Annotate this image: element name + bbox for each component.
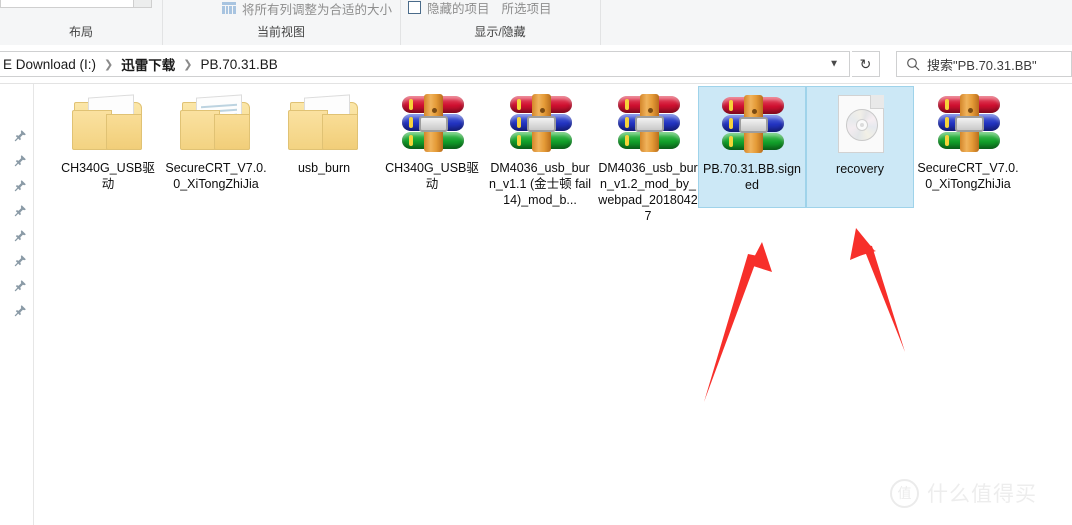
pin-icon[interactable] <box>14 254 27 267</box>
chevron-down-icon[interactable]: ▼ <box>829 59 839 70</box>
disc-image-icon <box>824 93 896 155</box>
list-item-label: DM4036_usb_burn_v1.1 (金士顿 fail14)_mod_b.… <box>488 161 592 207</box>
pin-icon[interactable] <box>14 229 27 242</box>
list-item[interactable]: recovery <box>806 86 914 208</box>
group-label-layout: 布局 <box>68 25 93 39</box>
breadcrumb-item-xunlei[interactable]: 迅雷下载 <box>121 54 175 74</box>
breadcrumb-separator-icon: ❯ <box>104 58 114 71</box>
list-item-label: DM4036_usb_burn_v1.2_mod_by_webpad_20180… <box>598 161 698 223</box>
list-item[interactable]: usb_burn <box>270 86 378 176</box>
hidden-items-checkbox[interactable] <box>408 0 421 14</box>
list-item-label: CH340G_USB驱动 <box>61 161 155 191</box>
breadcrumb-separator-icon: ❯ <box>183 58 193 71</box>
list-item[interactable]: DM4036_usb_burn_v1.1 (金士顿 fail14)_mod_b.… <box>486 86 594 208</box>
search-placeholder: 搜索"PB.70.31.BB" <box>927 57 1037 73</box>
folder-gears-icon <box>72 92 144 154</box>
refresh-icon: ↻ <box>859 55 872 72</box>
columns-autofit-icon <box>222 2 236 14</box>
navigation-pane[interactable] <box>0 84 34 525</box>
breadcrumb-item-drive[interactable]: E Download (I:) <box>3 57 96 72</box>
address-bar-row: E Download (I:) ❯ 迅雷下载 ❯ PB.70.31.BB ▼ ↻… <box>0 45 1072 84</box>
rar-archive-icon <box>504 92 576 154</box>
hidden-items-label: 隐藏的项目 <box>427 1 490 16</box>
ribbon-commands-row: ▬ ▬ ▬ 将所有列调整为合适的大小 隐藏的项目 所选项目 <box>0 0 1072 22</box>
list-item-label: CH340G_USB驱动 <box>385 161 479 191</box>
pin-icon[interactable] <box>14 179 27 192</box>
list-item[interactable]: CH340G_USB驱动 <box>378 86 486 192</box>
ribbon: ▬ ▬ ▬ 将所有列调整为合适的大小 隐藏的项目 所选项目 布局 当前视图 显示… <box>0 0 1072 46</box>
list-item-label: PB.70.31.BB.signed <box>703 162 801 192</box>
list-item-label: SecureCRT_V7.0.0_XiTongZhiJia <box>917 161 1019 191</box>
breadcrumb-item-current[interactable]: PB.70.31.BB <box>200 57 277 72</box>
selected-items-label[interactable]: 所选项目 <box>502 0 552 17</box>
hidden-items-command[interactable]: 隐藏的项目 所选项目 <box>408 0 552 17</box>
file-list-view[interactable]: CH340G_USB驱动 SecureCRT_V7.0.0_XiTongZhiJ… <box>34 84 1072 525</box>
folder-doc-icon <box>288 92 360 154</box>
folder-pictures-icon <box>180 92 252 154</box>
list-item-label: recovery <box>836 162 884 176</box>
list-item-label: usb_burn <box>297 161 351 175</box>
list-item[interactable]: DM4036_usb_burn_v1.2_mod_by_webpad_20180… <box>594 86 702 224</box>
watermark: 值 什么值得买 <box>890 478 1037 508</box>
ribbon-separator-3 <box>600 0 601 45</box>
search-box[interactable]: 搜索"PB.70.31.BB" <box>896 51 1072 77</box>
watermark-text: 什么值得买 <box>927 483 1037 506</box>
search-icon <box>907 58 920 71</box>
rar-archive-icon <box>612 92 684 154</box>
group-label-show-hide: 显示/隐藏 <box>474 25 526 39</box>
list-item[interactable]: SecureCRT_V7.0.0_XiTongZhiJia <box>914 86 1022 192</box>
pin-icon[interactable] <box>14 304 27 317</box>
list-item[interactable]: CH340G_USB驱动 <box>54 86 162 192</box>
autofit-columns-label: 将所有列调整为合适的大小 <box>242 2 393 17</box>
pin-icon[interactable] <box>14 204 27 217</box>
pin-icon[interactable] <box>14 279 27 292</box>
refresh-button[interactable]: ↻ <box>852 51 880 77</box>
watermark-badge-icon: 值 <box>890 478 919 508</box>
list-item[interactable]: PB.70.31.BB.signed <box>698 86 806 208</box>
rar-archive-icon <box>396 92 468 154</box>
rar-archive-icon <box>932 92 1004 154</box>
rar-archive-icon <box>716 93 788 155</box>
list-item-label: SecureCRT_V7.0.0_XiTongZhiJia <box>165 161 267 191</box>
layout-icons-row: ▬ ▬ ▬ <box>8 0 67 2</box>
autofit-columns-command[interactable]: 将所有列调整为合适的大小 <box>222 0 392 18</box>
layout-view-combobox-arrow[interactable] <box>133 0 151 7</box>
group-label-current-view: 当前视图 <box>256 25 305 39</box>
pin-icon[interactable] <box>14 129 27 142</box>
list-item[interactable]: SecureCRT_V7.0.0_XiTongZhiJia <box>162 86 270 192</box>
address-bar[interactable]: E Download (I:) ❯ 迅雷下载 ❯ PB.70.31.BB ▼ <box>0 51 850 77</box>
pin-icon[interactable] <box>14 154 27 167</box>
